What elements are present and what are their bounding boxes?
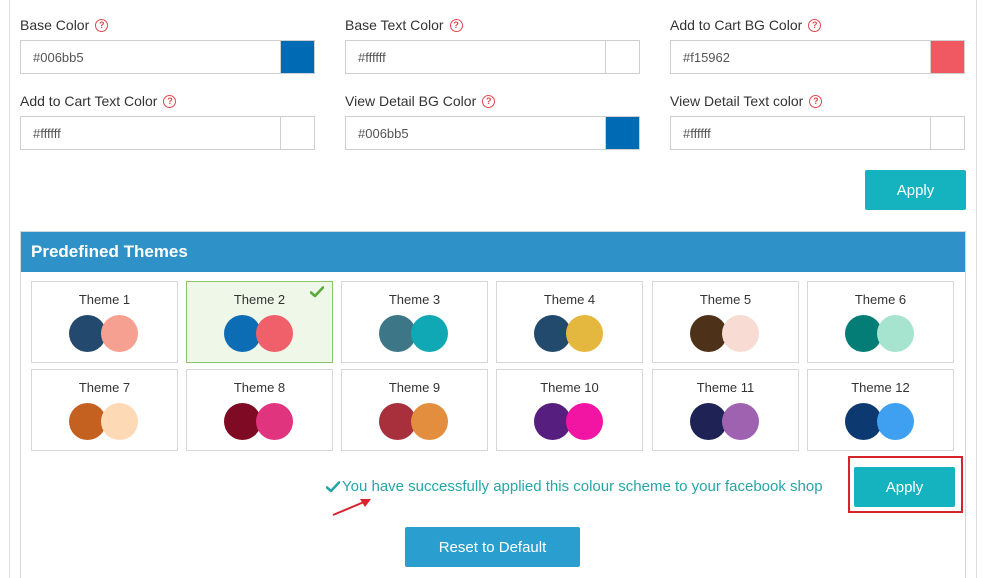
theme-card-11[interactable]: Theme 11 — [652, 369, 799, 451]
view-detail-text-color-field: #ffffff — [670, 116, 965, 150]
theme-secondary-color-dot — [411, 315, 448, 352]
base-color-input[interactable]: #006bb5 — [21, 41, 280, 73]
help-icon[interactable]: ? — [95, 18, 109, 32]
base-color-swatch[interactable] — [280, 41, 314, 73]
reset-to-default-button[interactable]: Reset to Default — [405, 527, 580, 567]
view-detail-bg-color-field: #006bb5 — [345, 116, 640, 150]
theme-secondary-color-dot — [256, 315, 293, 352]
add-to-cart-bg-color-swatch[interactable] — [930, 41, 964, 73]
theme-name: Theme 11 — [696, 380, 755, 395]
theme-name: Theme 9 — [388, 380, 441, 395]
view-detail-bg-color-label-text: View Detail BG Color — [345, 93, 477, 109]
base-text-color-label-text: Base Text Color — [345, 17, 444, 33]
base-text-color-swatch[interactable] — [605, 41, 639, 73]
help-icon[interactable]: ? — [482, 94, 496, 108]
view-detail-bg-color-label: View Detail BG Color ? — [345, 93, 496, 109]
theme-name: Theme 7 — [78, 380, 131, 395]
base-text-color-input[interactable]: #ffffff — [346, 41, 605, 73]
help-icon[interactable]: ? — [163, 94, 177, 108]
theme-name: Theme 1 — [78, 292, 131, 307]
theme-name: Theme 10 — [540, 380, 599, 395]
predefined-themes-title: Predefined Themes — [21, 232, 965, 272]
theme-name: Theme 3 — [388, 292, 441, 307]
theme-secondary-color-dot — [411, 403, 448, 440]
apply-colors-button[interactable]: Apply — [865, 170, 966, 210]
theme-secondary-color-dot — [722, 403, 759, 440]
add-to-cart-text-color-field: #ffffff — [20, 116, 315, 150]
theme-card-2[interactable]: Theme 2 — [186, 281, 333, 363]
theme-card-10[interactable]: Theme 10 — [496, 369, 643, 451]
help-icon[interactable]: ? — [449, 18, 463, 32]
add-to-cart-text-color-label-text: Add to Cart Text Color — [20, 93, 158, 109]
success-message-text: You have successfully applied this colou… — [342, 478, 823, 495]
base-color-label-text: Base Color — [20, 17, 90, 33]
view-detail-bg-color-swatch[interactable] — [605, 117, 639, 149]
add-to-cart-bg-color-label: Add to Cart BG Color ? — [670, 17, 822, 33]
help-icon[interactable]: ? — [809, 94, 823, 108]
success-check-icon — [326, 480, 340, 492]
theme-secondary-color-dot — [101, 403, 138, 440]
annotation-arrow-icon — [332, 499, 371, 516]
theme-name: Theme 6 — [854, 292, 907, 307]
theme-card-3[interactable]: Theme 3 — [341, 281, 488, 363]
view-detail-text-color-label-text: View Detail Text color — [670, 93, 804, 109]
add-to-cart-text-color-swatch[interactable] — [280, 117, 314, 149]
theme-name: Theme 12 — [851, 380, 910, 395]
theme-card-6[interactable]: Theme 6 — [807, 281, 954, 363]
add-to-cart-text-color-input[interactable]: #ffffff — [21, 117, 280, 149]
apply-theme-button[interactable]: Apply — [854, 467, 955, 507]
view-detail-bg-color-input[interactable]: #006bb5 — [346, 117, 605, 149]
theme-card-8[interactable]: Theme 8 — [186, 369, 333, 451]
theme-name: Theme 5 — [699, 292, 752, 307]
view-detail-text-color-swatch[interactable] — [930, 117, 964, 149]
theme-card-4[interactable]: Theme 4 — [496, 281, 643, 363]
base-text-color-field: #ffffff — [345, 40, 640, 74]
view-detail-text-color-input[interactable]: #ffffff — [671, 117, 930, 149]
panel-left-border — [9, 0, 10, 578]
panel-right-border — [976, 0, 977, 578]
base-color-label: Base Color ? — [20, 17, 109, 33]
theme-card-9[interactable]: Theme 9 — [341, 369, 488, 451]
theme-card-12[interactable]: Theme 12 — [807, 369, 954, 451]
theme-secondary-color-dot — [256, 403, 293, 440]
base-color-field: #006bb5 — [20, 40, 315, 74]
selected-check-icon — [310, 286, 324, 298]
add-to-cart-bg-color-field: #f15962 — [670, 40, 965, 74]
base-text-color-label: Base Text Color ? — [345, 17, 463, 33]
theme-name: Theme 8 — [233, 380, 286, 395]
theme-secondary-color-dot — [566, 315, 603, 352]
view-detail-text-color-label: View Detail Text color ? — [670, 93, 823, 109]
theme-card-1[interactable]: Theme 1 — [31, 281, 178, 363]
theme-name: Theme 4 — [543, 292, 596, 307]
theme-secondary-color-dot — [101, 315, 138, 352]
help-icon[interactable]: ? — [808, 18, 822, 32]
add-to-cart-bg-color-input[interactable]: #f15962 — [671, 41, 930, 73]
theme-card-7[interactable]: Theme 7 — [31, 369, 178, 451]
theme-secondary-color-dot — [722, 315, 759, 352]
theme-secondary-color-dot — [877, 403, 914, 440]
add-to-cart-bg-color-label-text: Add to Cart BG Color — [670, 17, 803, 33]
theme-secondary-color-dot — [566, 403, 603, 440]
theme-card-5[interactable]: Theme 5 — [652, 281, 799, 363]
theme-secondary-color-dot — [877, 315, 914, 352]
add-to-cart-text-color-label: Add to Cart Text Color ? — [20, 93, 177, 109]
success-message: You have successfully applied this colou… — [326, 478, 823, 495]
